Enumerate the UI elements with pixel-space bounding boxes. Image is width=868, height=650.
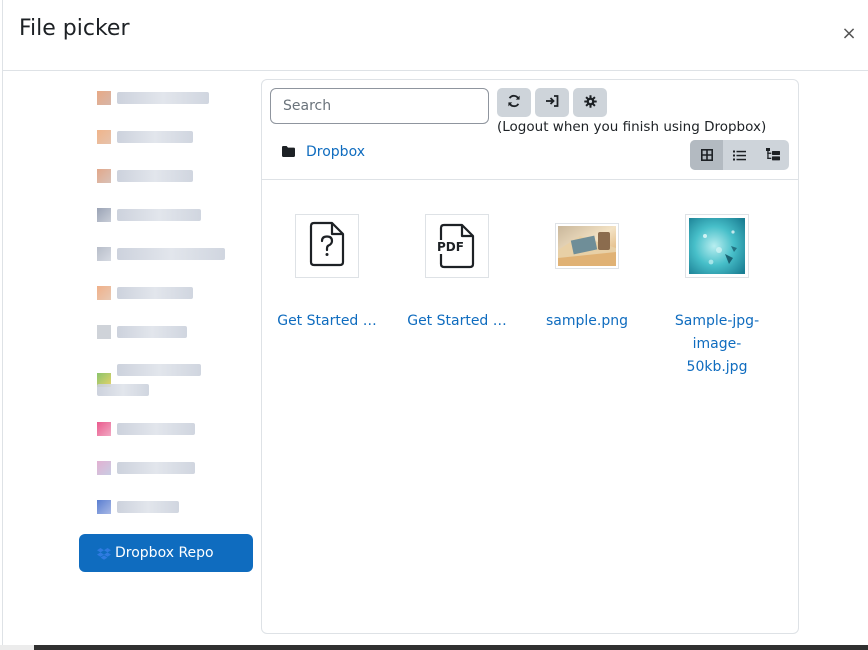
view-tree-button[interactable] <box>756 140 789 170</box>
repository-item[interactable] <box>79 78 253 117</box>
repository-icon <box>97 285 111 300</box>
file-name[interactable]: Get Started … <box>401 310 513 333</box>
breadcrumb: Dropbox <box>282 142 365 161</box>
refresh-button[interactable] <box>497 88 531 117</box>
repository-label-obscured <box>117 130 193 143</box>
file-browser-toolbar: (Logout when you finish using Dropbox) D… <box>262 80 798 180</box>
file-item[interactable]: sample.png <box>531 214 643 333</box>
repository-item[interactable] <box>79 156 253 195</box>
repository-icon <box>97 90 111 105</box>
dialog-header: File picker × <box>3 0 868 71</box>
repository-icon <box>97 324 111 339</box>
repository-label-obscured <box>117 422 195 435</box>
repository-item[interactable] <box>79 409 253 448</box>
refresh-icon <box>507 93 521 112</box>
repository-item[interactable] <box>79 487 253 526</box>
file-thumbnail: PDF <box>425 214 489 278</box>
repository-item[interactable] <box>79 195 253 234</box>
repository-label-obscured <box>117 325 187 338</box>
repository-label-obscured <box>117 247 225 260</box>
dropbox-icon <box>97 546 111 560</box>
repository-label-obscured <box>117 169 193 182</box>
dialog-title: File picker <box>19 16 130 41</box>
search-input[interactable] <box>270 88 489 124</box>
repository-label-obscured <box>117 91 209 104</box>
logout-icon <box>545 93 559 112</box>
repository-label-obscured <box>117 364 201 376</box>
logout-note: (Logout when you finish using Dropbox) <box>497 119 767 135</box>
repository-icon <box>97 168 111 183</box>
repository-icon <box>97 207 111 222</box>
repository-icon <box>97 129 111 144</box>
close-button[interactable]: × <box>839 24 859 44</box>
image-thumbnail <box>555 223 619 269</box>
repository-label-obscured <box>97 384 149 396</box>
repository-item[interactable] <box>79 351 253 409</box>
repository-label-obscured <box>117 286 193 299</box>
repository-label-obscured <box>117 461 195 474</box>
background-gap <box>0 645 34 650</box>
file-thumbnail <box>555 214 619 278</box>
repository-label-obscured <box>117 208 201 221</box>
file-item[interactable]: Get Started … <box>271 214 383 333</box>
repository-item-dropbox[interactable]: Dropbox Repo <box>79 534 253 572</box>
repository-item[interactable] <box>79 448 253 487</box>
repository-icon <box>97 246 111 261</box>
file-name[interactable]: Sample-jpg-image-50kb.jpg <box>661 310 773 379</box>
image-thumbnail <box>689 218 745 274</box>
unknown-file-icon <box>309 221 345 271</box>
repository-icon <box>97 460 111 475</box>
repository-icon <box>97 421 111 436</box>
pdf-file-icon: PDF <box>436 223 475 269</box>
repository-label: Dropbox Repo <box>115 545 214 561</box>
repository-item[interactable] <box>79 273 253 312</box>
breadcrumb-dropbox-link[interactable]: Dropbox <box>306 144 365 160</box>
file-item[interactable]: Sample-jpg-image-50kb.jpg <box>661 214 773 379</box>
file-thumbnail <box>295 214 359 278</box>
settings-button[interactable] <box>573 88 607 117</box>
folder-icon <box>282 142 295 161</box>
repository-label-obscured <box>117 500 179 513</box>
gear-icon <box>583 93 597 112</box>
repository-icon <box>97 499 111 514</box>
list-icon <box>733 146 746 165</box>
file-name[interactable]: Get Started … <box>271 310 383 333</box>
view-mode-group <box>690 140 789 170</box>
file-thumbnail <box>685 214 749 278</box>
file-name[interactable]: sample.png <box>531 310 643 333</box>
view-icons-button[interactable] <box>690 140 723 170</box>
folder-tree-icon <box>765 146 780 165</box>
repository-item[interactable] <box>79 234 253 273</box>
grid-icon <box>700 146 713 165</box>
repository-item[interactable] <box>79 117 253 156</box>
file-item[interactable]: PDF Get Started … <box>401 214 513 333</box>
background-strip <box>0 645 868 650</box>
view-list-button[interactable] <box>723 140 756 170</box>
repository-list: Dropbox Repo <box>79 78 253 572</box>
file-browser-panel: (Logout when you finish using Dropbox) D… <box>261 79 799 634</box>
repository-item[interactable] <box>79 312 253 351</box>
file-picker-dialog: File picker × Dropbox Repo Search (Logou… <box>2 0 868 645</box>
pdf-badge: PDF <box>436 240 465 254</box>
logout-button[interactable] <box>535 88 569 117</box>
